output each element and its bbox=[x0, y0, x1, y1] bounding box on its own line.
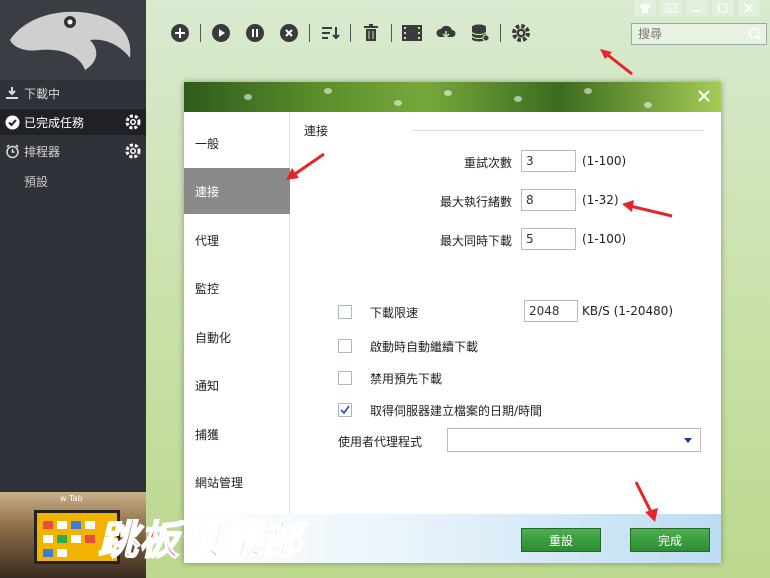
max-concurrent-input[interactable] bbox=[521, 228, 576, 250]
watermark: 跳板俱樂部 bbox=[97, 516, 303, 565]
sidebar-item-preset[interactable]: 預設 bbox=[24, 173, 48, 190]
auto-resume-label: 啟動時自動繼續下載 bbox=[370, 339, 479, 354]
user-agent-select[interactable] bbox=[447, 428, 701, 452]
search-box bbox=[631, 23, 767, 45]
max-threads-range: (1-32) bbox=[582, 193, 619, 207]
trash-icon[interactable] bbox=[357, 20, 385, 46]
settings-nav: 一般 連接 代理 監控 自動化 通知 捕獲 網站管理 bbox=[184, 112, 290, 514]
toolbar bbox=[166, 20, 541, 46]
speed-limit-label: 下載限速 bbox=[370, 305, 419, 320]
nav-notification[interactable]: 通知 bbox=[184, 362, 290, 408]
gear-icon[interactable] bbox=[124, 142, 142, 160]
server-time-checkbox[interactable] bbox=[338, 403, 352, 417]
pause-icon[interactable] bbox=[241, 20, 269, 46]
add-icon[interactable] bbox=[166, 20, 194, 46]
connection-settings: 連接 重試次數 (1-100) 最大執行緒數 (1-32) 最大同時下載 (1-… bbox=[292, 112, 721, 514]
minimize-icon[interactable] bbox=[686, 0, 708, 16]
server-time-label: 取得伺服器建立檔案的日期/時間 bbox=[370, 403, 543, 418]
toolbar-separator bbox=[350, 24, 351, 42]
dialog-banner bbox=[184, 82, 721, 112]
toolbar-separator bbox=[500, 24, 501, 42]
sidebar: 下載中 已完成任務 排程器 預設 w Tab bbox=[0, 0, 146, 578]
search-input[interactable] bbox=[632, 24, 742, 44]
reset-button[interactable]: 重設 bbox=[521, 528, 601, 552]
nav-connection[interactable]: 連接 bbox=[184, 168, 290, 214]
disable-prefetch-row: 禁用預先下載 bbox=[338, 368, 442, 388]
sidebar-item-label: 排程器 bbox=[24, 144, 61, 159]
retry-count-row: 重試次數 (1-100) bbox=[292, 150, 721, 174]
speed-limit-input[interactable] bbox=[524, 300, 578, 322]
dialog-close-icon[interactable] bbox=[695, 87, 713, 105]
cloud-download-icon[interactable] bbox=[432, 20, 460, 46]
sidebar-item-label: 已完成任務 bbox=[24, 115, 85, 130]
sort-icon[interactable] bbox=[316, 20, 344, 46]
annotation-arrow bbox=[622, 200, 673, 218]
speed-limit-unit: KB/S (1-20480) bbox=[582, 304, 674, 318]
skin-icon[interactable] bbox=[634, 0, 656, 16]
close-icon[interactable] bbox=[738, 0, 760, 16]
speed-limit-row: 下載限速 bbox=[338, 302, 418, 322]
video-icon[interactable] bbox=[398, 20, 426, 46]
done-button[interactable]: 完成 bbox=[630, 528, 710, 552]
nav-site-manager[interactable]: 網站管理 bbox=[184, 459, 290, 505]
max-concurrent-range: (1-100) bbox=[582, 232, 627, 246]
annotation-arrow bbox=[286, 152, 325, 180]
nav-monitor[interactable]: 監控 bbox=[184, 265, 290, 311]
section-title: 連接 bbox=[304, 124, 329, 138]
sidebar-item-label: 下載中 bbox=[24, 86, 61, 101]
annotation-arrow bbox=[634, 481, 658, 522]
play-icon[interactable] bbox=[207, 20, 235, 46]
toolbar-separator bbox=[200, 24, 201, 42]
annotation-arrow bbox=[600, 49, 633, 76]
sidebar-item-scheduler[interactable]: 排程器 bbox=[0, 138, 146, 164]
auto-resume-row: 啟動時自動繼續下載 bbox=[338, 336, 478, 356]
sidebar-item-completed[interactable]: 已完成任務 bbox=[0, 109, 146, 135]
speed-limit-checkbox[interactable] bbox=[338, 305, 352, 319]
ad-caption: w Tab bbox=[60, 494, 83, 503]
download-icon bbox=[4, 85, 20, 101]
chevron-down-icon bbox=[684, 438, 692, 443]
database-icon[interactable] bbox=[466, 20, 494, 46]
disable-prefetch-label: 禁用預先下載 bbox=[370, 371, 443, 386]
gear-icon[interactable] bbox=[124, 113, 142, 131]
sidebar-item-downloading[interactable]: 下載中 bbox=[0, 80, 146, 106]
menu-icon[interactable] bbox=[660, 0, 682, 16]
toolbar-separator bbox=[309, 24, 310, 42]
maximize-icon[interactable] bbox=[712, 0, 734, 16]
nav-proxy[interactable]: 代理 bbox=[184, 217, 290, 263]
disable-prefetch-checkbox[interactable] bbox=[338, 371, 352, 385]
nav-automation[interactable]: 自動化 bbox=[184, 314, 290, 360]
max-concurrent-row: 最大同時下載 (1-100) bbox=[292, 228, 721, 252]
toolbar-separator bbox=[391, 24, 392, 42]
max-threads-input[interactable] bbox=[521, 189, 576, 211]
alarm-clock-icon bbox=[4, 143, 20, 159]
retry-count-label: 重試次數 bbox=[463, 156, 512, 170]
search-icon[interactable] bbox=[748, 27, 762, 44]
nav-capture[interactable]: 捕獲 bbox=[184, 411, 290, 457]
max-threads-label: 最大執行緒數 bbox=[439, 195, 512, 209]
retry-count-input[interactable] bbox=[521, 150, 576, 172]
checkmark-icon bbox=[340, 405, 350, 415]
stop-icon[interactable] bbox=[275, 20, 303, 46]
auto-resume-checkbox[interactable] bbox=[338, 339, 352, 353]
settings-gear-icon[interactable] bbox=[507, 20, 535, 46]
server-time-row: 取得伺服器建立檔案的日期/時間 bbox=[338, 400, 542, 420]
retry-count-range: (1-100) bbox=[582, 154, 627, 168]
nav-general[interactable]: 一般 bbox=[184, 120, 290, 166]
user-agent-label: 使用者代理程式 bbox=[338, 435, 423, 449]
eagle-logo bbox=[0, 0, 146, 80]
window-controls bbox=[630, 0, 760, 16]
check-circle-icon bbox=[4, 114, 20, 130]
section-divider bbox=[412, 130, 703, 131]
max-concurrent-label: 最大同時下載 bbox=[439, 234, 512, 248]
